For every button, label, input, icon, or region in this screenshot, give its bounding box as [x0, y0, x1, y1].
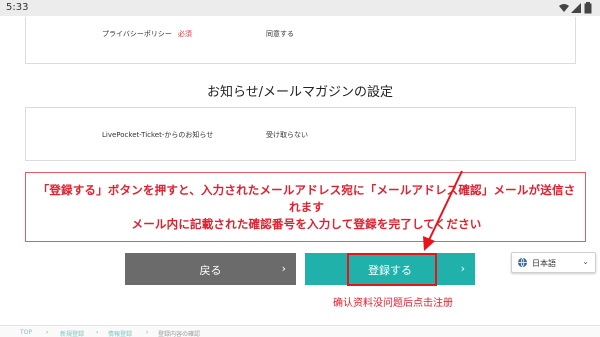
globe-icon [517, 257, 528, 268]
breadcrumb-item-register[interactable]: 新規登録 [60, 329, 84, 337]
breadcrumb-item-info[interactable]: 情報登録 [108, 329, 132, 337]
breadcrumb-separator: › [146, 329, 149, 336]
annotation-text: 确认资料没问题后点击注册 [333, 298, 453, 309]
breadcrumb-separator: › [96, 329, 99, 336]
chevron-down-icon: ⌄ [582, 257, 589, 266]
breadcrumb-item-confirm: 登録内容の確認 [158, 331, 201, 337]
language-label: 日本語 [532, 259, 556, 268]
breadcrumb-separator: › [46, 329, 49, 336]
annotation-arrow [423, 170, 463, 251]
breadcrumb: TOP › 新規登録 › 情報登録 › 登録内容の確認 [0, 325, 600, 337]
breadcrumb-item-top[interactable]: TOP [20, 329, 32, 336]
language-select[interactable]: 日本語 ⌄ [511, 252, 596, 273]
